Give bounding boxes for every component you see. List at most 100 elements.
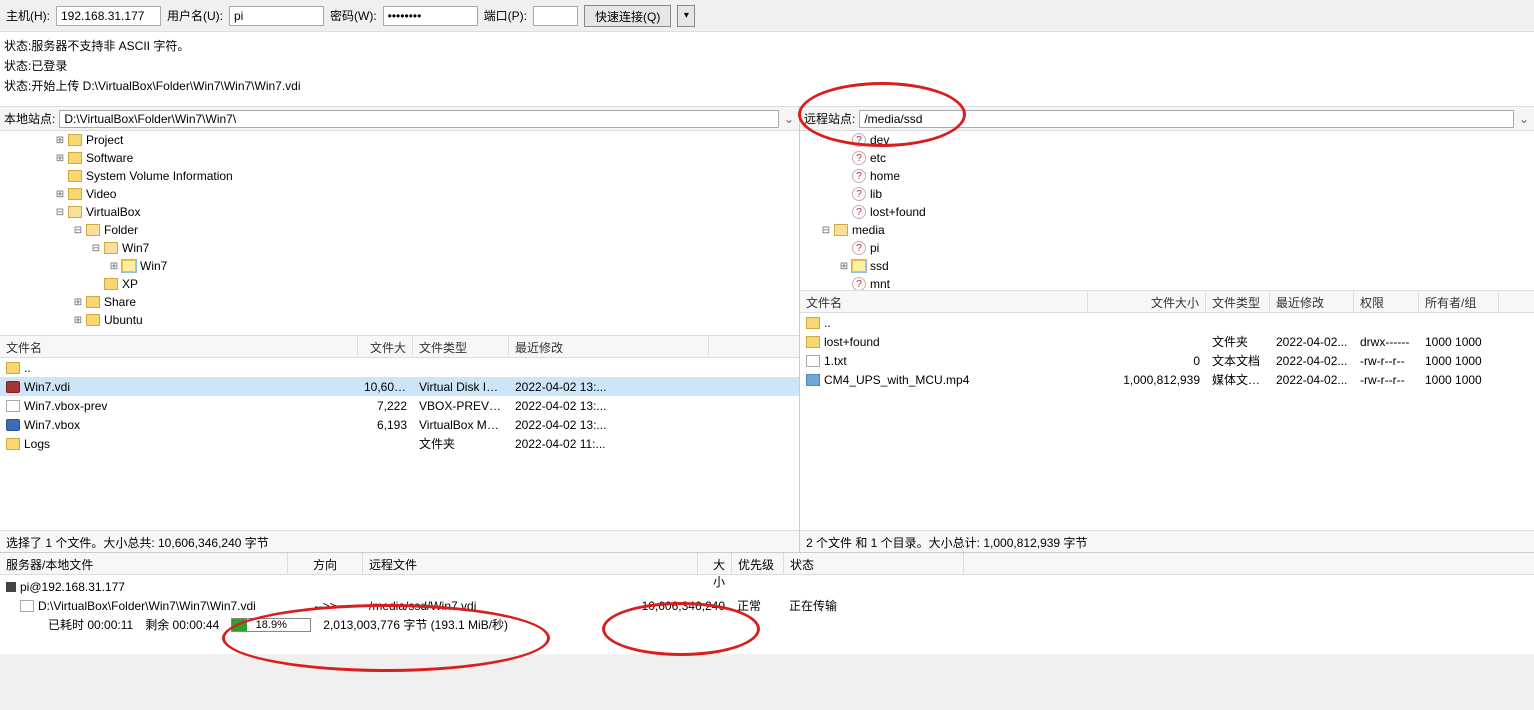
tree-label[interactable]: mnt	[870, 277, 890, 291]
expand-icon[interactable]: ⊞	[54, 189, 66, 200]
file-own: 1000 1000	[1419, 353, 1499, 369]
remote-site-row: 远程站点: ⌄	[800, 107, 1534, 131]
list-item[interactable]: Logs文件夹2022-04-02 11:...	[0, 434, 799, 453]
remain-label: 剩余	[145, 618, 169, 632]
expand-icon[interactable]: ⊞	[108, 261, 120, 272]
pass-label: 密码(W):	[330, 7, 377, 24]
expand-icon[interactable]: ⊞	[54, 135, 66, 146]
remote-pane: 远程站点: ⌄ ?dev ?etc ?home ?lib ?lost+found…	[800, 107, 1534, 552]
local-site-input[interactable]	[59, 110, 779, 128]
remote-file-list[interactable]: .. lost+found文件夹2022-04-02...drwx------1…	[800, 313, 1534, 530]
tree-label[interactable]: Win7	[140, 259, 167, 273]
unknown-folder-icon: ?	[852, 151, 866, 165]
list-item[interactable]: Win7.vbox6,193VirtualBox Mac...2022-04-0…	[0, 415, 799, 434]
remote-site-dropdown-icon[interactable]: ⌄	[1518, 112, 1530, 126]
tree-label[interactable]: VirtualBox	[86, 205, 140, 219]
tree-label[interactable]: Ubuntu	[104, 313, 143, 327]
file-size: 0	[1088, 353, 1206, 369]
expand-icon[interactable]: ⊞	[72, 315, 84, 326]
file-name: CM4_UPS_with_MCU.mp4	[824, 373, 969, 387]
remote-tree[interactable]: ?dev ?etc ?home ?lib ?lost+found ⊟media …	[800, 131, 1534, 291]
tree-label[interactable]: XP	[122, 277, 138, 291]
spacer-icon	[838, 207, 850, 218]
tree-label[interactable]: dev	[870, 133, 889, 147]
col-remote-file[interactable]: 远程文件	[363, 553, 698, 574]
list-item[interactable]: Win7.vbox-prev7,222VBOX-PREV 文件2022-04-0…	[0, 396, 799, 415]
expand-icon[interactable]: ⊞	[838, 261, 850, 272]
col-name[interactable]: 文件名	[800, 291, 1088, 312]
tree-label[interactable]: etc	[870, 151, 886, 165]
file-name: 1.txt	[824, 354, 847, 368]
queue-body[interactable]: pi@192.168.31.177 D:\VirtualBox\Folder\W…	[0, 575, 1534, 654]
col-priority[interactable]: 优先级	[732, 553, 784, 574]
tree-label[interactable]: media	[852, 223, 885, 237]
col-own[interactable]: 所有者/组	[1419, 291, 1499, 312]
collapse-icon[interactable]: ⊟	[90, 243, 102, 254]
tree-label[interactable]: Folder	[104, 223, 138, 237]
tree-label[interactable]: System Volume Information	[86, 169, 233, 183]
tree-label[interactable]: lost+found	[870, 205, 926, 219]
list-item[interactable]: Win7.vdi10,606,3...Virtual Disk Ima...20…	[0, 377, 799, 396]
bytes-speed: 2,013,003,776 字节 (193.1 MiB/秒)	[323, 616, 508, 633]
quickconnect-dropdown[interactable]	[677, 5, 695, 27]
remote-site-input[interactable]	[859, 110, 1514, 128]
list-item[interactable]: CM4_UPS_with_MCU.mp41,000,812,939媒体文件(..…	[800, 370, 1534, 389]
col-status[interactable]: 状态	[784, 553, 964, 574]
username-input[interactable]	[229, 6, 324, 26]
message-log[interactable]: 状态:服务器不支持非 ASCII 字符。 状态:已登录 状态:开始上传 D:\V…	[0, 32, 1534, 107]
list-item[interactable]: lost+found文件夹2022-04-02...drwx------1000…	[800, 332, 1534, 351]
quickconnect-button[interactable]: 快速连接(Q)	[584, 5, 671, 27]
tree-label[interactable]: pi	[870, 241, 879, 255]
tree-label[interactable]: lib	[870, 187, 882, 201]
col-size[interactable]: 大小	[698, 553, 732, 574]
tree-label[interactable]: Share	[104, 295, 136, 309]
transfer-queue: 服务器/本地文件 方向 远程文件 大小 优先级 状态 pi@192.168.31…	[0, 552, 1534, 654]
col-server-file[interactable]: 服务器/本地文件	[0, 553, 288, 574]
col-mod[interactable]: 最近修改	[1270, 291, 1354, 312]
file-perm: -rw-r--r--	[1354, 372, 1419, 388]
password-input[interactable]	[383, 6, 478, 26]
tree-label[interactable]: Win7	[122, 241, 149, 255]
collapse-icon[interactable]: ⊟	[820, 225, 832, 236]
host-input[interactable]	[56, 6, 161, 26]
local-tree[interactable]: ⊞ Project ⊞ Software System Volume Informa…	[0, 131, 799, 336]
expand-icon[interactable]: ⊞	[54, 153, 66, 164]
col-type[interactable]: 文件类型	[413, 336, 509, 357]
file-type: 文件夹	[413, 434, 509, 453]
col-size[interactable]: 文件大小	[1088, 291, 1206, 312]
unknown-folder-icon: ?	[852, 187, 866, 201]
file-type: 文件夹	[1206, 332, 1270, 351]
tree-label[interactable]: Software	[86, 151, 133, 165]
queue-local-file: D:\VirtualBox\Folder\Win7\Win7\Win7.vdi	[38, 599, 256, 613]
spacer-icon	[90, 279, 102, 290]
list-item[interactable]: 1.txt0文本文档2022-04-02...-rw-r--r--1000 10…	[800, 351, 1534, 370]
file-name: Logs	[24, 437, 50, 451]
tree-label[interactable]: home	[870, 169, 900, 183]
tree-label[interactable]: Video	[86, 187, 116, 201]
port-input[interactable]	[533, 6, 578, 26]
local-file-list[interactable]: .. Win7.vdi10,606,3...Virtual Disk Ima..…	[0, 358, 799, 530]
col-name[interactable]: 文件名	[0, 336, 358, 357]
tree-label[interactable]: ssd	[870, 259, 889, 273]
expand-icon[interactable]: ⊞	[72, 297, 84, 308]
file-name: Win7.vbox-prev	[24, 399, 107, 413]
elapsed-label: 已耗时	[48, 618, 84, 632]
queue-item-row[interactable]: D:\VirtualBox\Folder\Win7\Win7\Win7.vdi …	[0, 596, 1534, 615]
tree-label[interactable]: Project	[86, 133, 123, 147]
col-type[interactable]: 文件类型	[1206, 291, 1270, 312]
local-site-dropdown-icon[interactable]: ⌄	[783, 112, 795, 126]
collapse-icon[interactable]: ⊟	[72, 225, 84, 236]
folder-icon	[6, 438, 20, 450]
col-direction[interactable]: 方向	[288, 553, 363, 574]
file-name: lost+found	[824, 335, 880, 349]
col-size[interactable]: 文件大小	[358, 336, 413, 357]
list-item[interactable]: ..	[0, 358, 799, 377]
folder-icon	[806, 317, 820, 329]
queue-server-row[interactable]: pi@192.168.31.177	[0, 577, 1534, 596]
collapse-icon[interactable]: ⊟	[54, 207, 66, 218]
col-mod[interactable]: 最近修改	[509, 336, 709, 357]
col-perm[interactable]: 权限	[1354, 291, 1419, 312]
folder-icon	[68, 134, 82, 146]
list-item[interactable]: ..	[800, 313, 1534, 332]
unknown-folder-icon: ?	[852, 277, 866, 291]
